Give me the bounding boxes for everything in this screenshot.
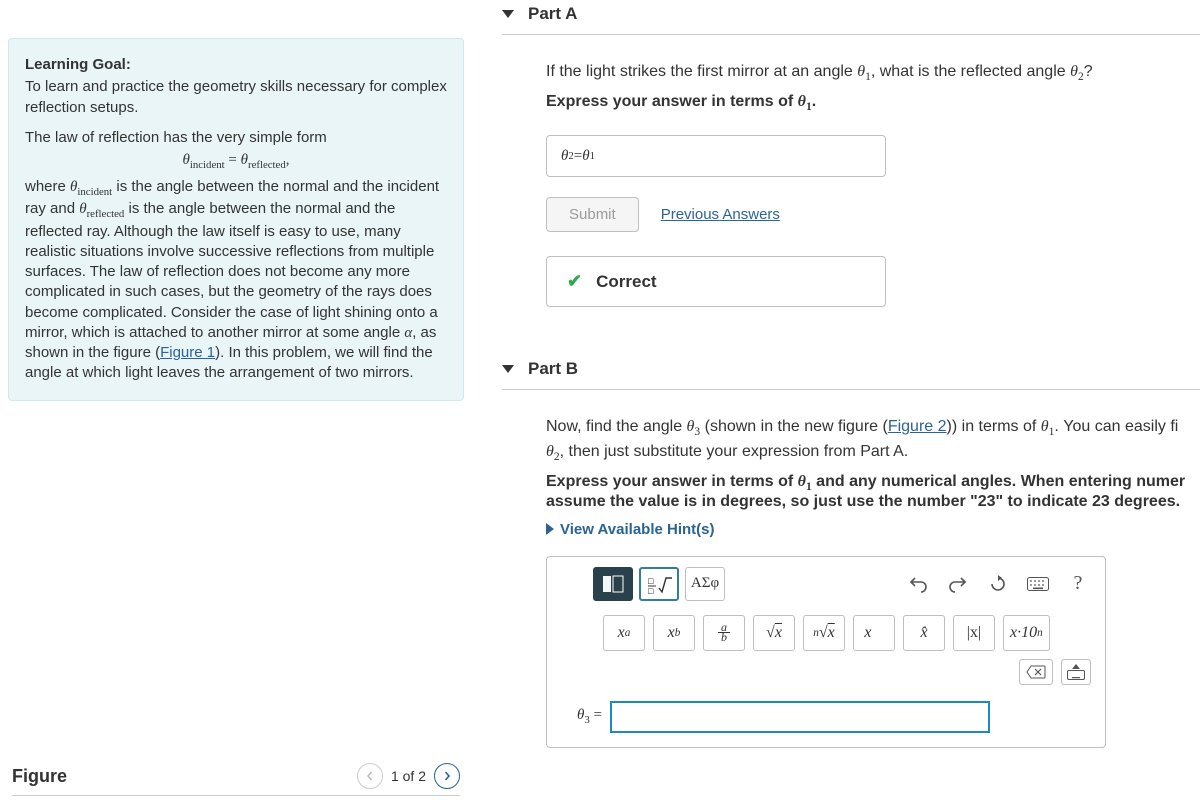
answer-input-row: θ3 =: [547, 695, 1105, 747]
redo-icon: [949, 575, 967, 593]
vector-button[interactable]: x⃗: [853, 615, 895, 651]
previous-answers-link[interactable]: Previous Answers: [661, 206, 780, 223]
svg-text:□: □: [648, 586, 654, 594]
part-b-instructions: Express your answer in terms of θ1 and a…: [546, 473, 1200, 511]
figure-prev-button[interactable]: [357, 763, 383, 789]
law-intro: The law of reflection has the very simpl…: [25, 128, 447, 148]
part-b-body: Now, find the angle θ3 (shown in the new…: [502, 390, 1200, 760]
submit-button[interactable]: Submit: [546, 197, 639, 232]
template-icon: [602, 575, 624, 593]
sci-notation-button[interactable]: x·10n: [1003, 615, 1050, 651]
figure-next-button[interactable]: [434, 763, 460, 789]
help-button[interactable]: ?: [1061, 567, 1095, 601]
learning-goal-text: To learn and practice the geometry skill…: [25, 77, 447, 118]
abs-button[interactable]: |x|: [953, 615, 995, 651]
caret-down-icon: [502, 10, 514, 18]
fraction-button[interactable]: ab: [703, 615, 745, 651]
triangle-right-icon: [546, 523, 554, 535]
reset-button[interactable]: [981, 567, 1015, 601]
part-b-answer-input[interactable]: [610, 701, 990, 733]
part-b-question-line2: θ2, then just substitute your expression…: [546, 443, 1200, 463]
undo-icon: [909, 575, 927, 593]
figure-area: Figure 1 of 2: [8, 763, 464, 796]
learning-goal-title: Learning Goal:: [25, 55, 447, 75]
keyboard-button[interactable]: [1021, 567, 1055, 601]
part-b-question-line1: Now, find the angle θ3 (shown in the new…: [546, 418, 1200, 438]
chevron-right-icon: [442, 771, 452, 781]
sqrt-button[interactable]: √x: [753, 615, 795, 651]
nth-root-button[interactable]: n√x: [803, 615, 845, 651]
unit-vector-button[interactable]: x̂: [903, 615, 945, 651]
fraction-root-button[interactable]: □□: [639, 567, 679, 601]
correct-feedback: ✔ Correct: [546, 256, 886, 307]
part-b-title: Part B: [528, 359, 578, 379]
check-icon: ✔: [567, 271, 582, 292]
greek-letters-button[interactable]: ΑΣφ: [685, 567, 725, 601]
backspace-button[interactable]: [1019, 659, 1053, 685]
caret-down-icon: [502, 365, 514, 373]
fraction-root-icon: □□: [646, 574, 672, 594]
correct-label: Correct: [596, 272, 656, 292]
chevron-left-icon: [365, 771, 375, 781]
part-a-title: Part A: [528, 4, 577, 24]
figure-divider: [12, 795, 460, 796]
part-a-instructions: Express your answer in terms of θ1.: [546, 93, 1200, 113]
reset-icon: [989, 575, 1007, 593]
right-panel: Part A If the light strikes the first mi…: [472, 0, 1200, 806]
superscript-button[interactable]: xa: [603, 615, 645, 651]
part-a-answer-display: θ2 = θ1: [546, 135, 886, 177]
learning-goal-box: Learning Goal: To learn and practice the…: [8, 38, 464, 401]
subscript-button[interactable]: xb: [653, 615, 695, 651]
equation-editor: □□ ΑΣφ ? xa xb: [546, 556, 1106, 748]
law-body: where θincident is the angle between the…: [25, 177, 447, 384]
figure-title: Figure: [12, 766, 67, 787]
caret-up-icon: [1072, 664, 1080, 669]
left-panel: Learning Goal: To learn and practice the…: [0, 0, 472, 806]
undo-button[interactable]: [901, 567, 935, 601]
svg-text:□: □: [648, 576, 654, 586]
keyboard-small-icon: [1067, 670, 1085, 680]
law-equation: θincident = θreflected,: [25, 150, 447, 173]
view-hints-toggle[interactable]: View Available Hint(s): [546, 521, 1200, 538]
part-b-header[interactable]: Part B: [502, 355, 1200, 390]
part-a-question: If the light strikes the first mirror at…: [546, 63, 1200, 83]
figure-2-link[interactable]: Figure 2: [888, 418, 947, 435]
figure-pager: 1 of 2: [357, 763, 460, 789]
keyboard-toggle-button[interactable]: [1061, 659, 1091, 685]
part-a-body: If the light strikes the first mirror at…: [502, 35, 1200, 319]
answer-label: θ3 =: [577, 707, 602, 726]
figure-page-indicator: 1 of 2: [391, 768, 426, 784]
part-a-header[interactable]: Part A: [502, 0, 1200, 35]
keyboard-icon: [1027, 577, 1049, 591]
template-picker-button[interactable]: [593, 567, 633, 601]
figure-1-link[interactable]: Figure 1: [160, 344, 215, 361]
redo-button[interactable]: [941, 567, 975, 601]
backspace-icon: [1026, 665, 1046, 679]
